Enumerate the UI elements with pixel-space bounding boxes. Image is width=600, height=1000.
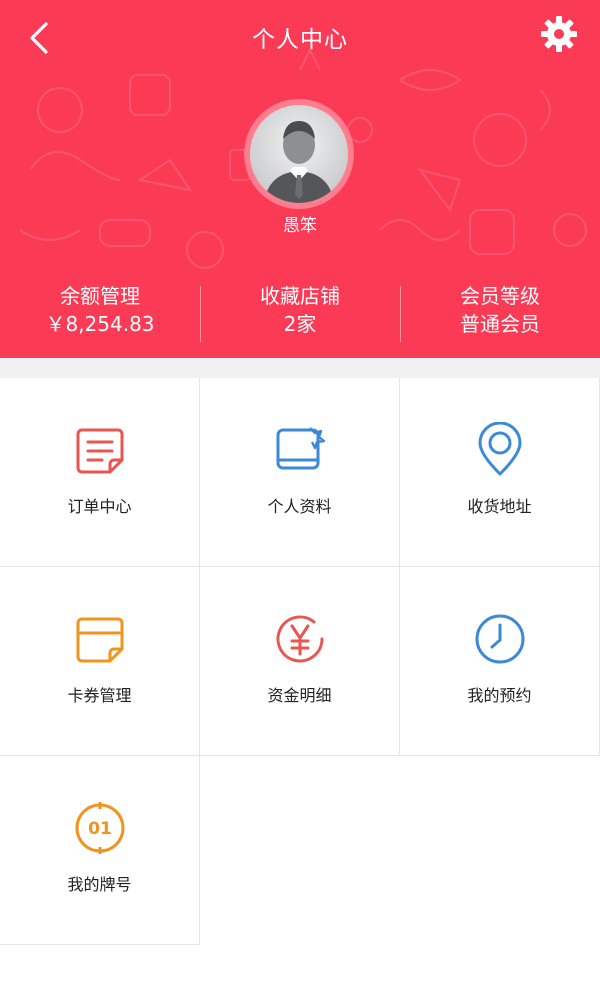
user-avatar-icon <box>250 105 348 203</box>
menu-item-address[interactable]: 收货地址 <box>400 378 600 567</box>
member-level-stat[interactable]: 会员等级 普通会员 <box>400 282 600 344</box>
balance-stat[interactable]: 余额管理 ￥8,254.83 <box>0 282 200 344</box>
menu-item-label: 我的牌号 <box>67 875 132 894</box>
menu-grid: 订单中心 个人资料 收货地址 卡券管理 资金明细 我的预约 01 我的牌号 <box>0 378 600 1000</box>
section-gap <box>0 358 600 378</box>
menu-item-profile[interactable]: 个人资料 <box>200 378 400 567</box>
menu-item-label: 收货地址 <box>467 497 532 516</box>
number-tag-icon: 01 <box>75 802 125 854</box>
yuan-icon <box>276 615 324 663</box>
gear-icon <box>541 16 577 52</box>
page-title: 个人中心 <box>252 27 348 53</box>
account-stats: 余额管理 ￥8,254.83 收藏店铺 2家 会员等级 普通会员 <box>0 282 600 344</box>
menu-item-label: 我的预约 <box>467 686 532 705</box>
stat-divider <box>200 286 201 342</box>
menu-item-orders[interactable]: 订单中心 <box>0 378 200 567</box>
clock-icon <box>475 614 525 664</box>
avatar[interactable] <box>244 99 354 209</box>
profile-card-icon <box>276 427 326 470</box>
menu-item-appointments[interactable]: 我的预约 <box>400 567 600 756</box>
profile-header: 个人中心 愚笨 余额管理 ￥8,254.83 收藏店铺 2家 会员等级 普通会员 <box>0 0 600 358</box>
stat-divider <box>400 286 401 342</box>
favorite-shops-value: 2家 <box>283 312 317 336</box>
menu-item-label: 资金明细 <box>267 686 332 705</box>
menu-item-funds[interactable]: 资金明细 <box>200 567 400 756</box>
username[interactable]: 愚笨 <box>0 211 600 236</box>
svg-text:01: 01 <box>88 819 112 839</box>
menu-item-label: 个人资料 <box>267 497 332 516</box>
menu-item-label: 卡券管理 <box>67 686 132 705</box>
member-level-value: 普通会员 <box>460 312 540 336</box>
member-level-label: 会员等级 <box>460 284 540 308</box>
location-pin-icon <box>478 422 522 476</box>
menu-item-number-tag[interactable]: 01 我的牌号 <box>0 756 200 945</box>
coupon-icon <box>76 617 124 663</box>
menu-item-label: 订单中心 <box>67 497 132 516</box>
balance-label: 余额管理 <box>60 284 140 308</box>
menu-item-coupons[interactable]: 卡券管理 <box>0 567 200 756</box>
balance-value: ￥8,254.83 <box>45 312 155 336</box>
order-list-icon <box>76 428 124 474</box>
settings-button[interactable] <box>538 13 580 55</box>
favorite-shops-stat[interactable]: 收藏店铺 2家 <box>200 282 400 344</box>
favorite-shops-label: 收藏店铺 <box>260 284 340 308</box>
